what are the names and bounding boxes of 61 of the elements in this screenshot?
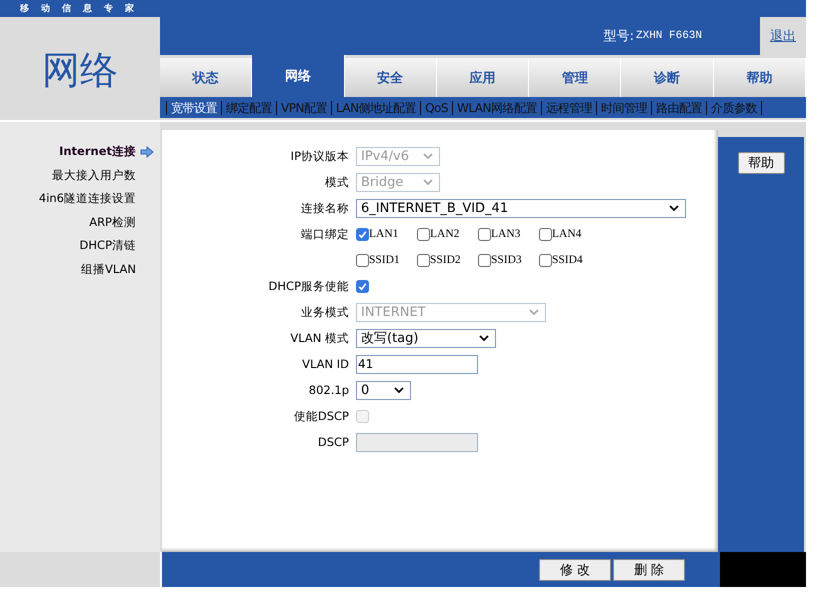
sidebar-item[interactable]: 4in6隧道连接设置 [38, 191, 136, 206]
checkbox[interactable] [539, 254, 552, 266]
field-label: 使能DSCP [294, 408, 349, 422]
field-label: 模式 [325, 174, 349, 188]
field-label: DHCP服务使能 [268, 278, 349, 292]
field-label: 连接名称 [301, 200, 349, 214]
checkbox[interactable] [478, 254, 491, 266]
field-label: VLAN ID [302, 357, 349, 371]
nav-tab[interactable]: 网络 [252, 55, 345, 97]
field-label: VLAN 模式 [290, 330, 349, 344]
checkbox[interactable] [356, 228, 369, 240]
checkbox-label: SSID3 [491, 254, 522, 266]
input-field[interactable]: 41 [356, 354, 478, 374]
dropdown[interactable]: 改写(tag) [356, 328, 496, 348]
sidebar-item[interactable]: ARP检测 [89, 214, 136, 230]
chevron-down-icon [423, 179, 433, 185]
sidebar-item[interactable]: 组播VLAN [80, 262, 136, 277]
checkbox-label: LAN3 [491, 228, 520, 240]
checkbox-label: SSID2 [430, 254, 461, 266]
nav-tab[interactable]: 安全 [344, 58, 437, 97]
checkbox-label: SSID4 [552, 254, 583, 266]
checkbox[interactable] [478, 228, 491, 240]
chevron-down-icon [423, 153, 433, 159]
checkbox-label: LAN4 [552, 228, 582, 240]
chevron-down-icon [479, 335, 489, 341]
checkbox[interactable] [356, 280, 369, 292]
field-label: DSCP [318, 435, 349, 449]
checkbox-label: SSID1 [369, 254, 400, 266]
subnav-link[interactable]: 宽带设置 [166, 100, 221, 114]
field-label: 业务模式 [301, 304, 349, 318]
arrow-right-icon [140, 146, 154, 158]
logout-link[interactable]: 退出 [770, 27, 796, 45]
model-value: ZXHN F663N [636, 30, 702, 42]
checkbox[interactable] [417, 228, 430, 240]
nav-tab[interactable]: 诊断 [621, 58, 714, 97]
checkbox[interactable] [539, 228, 552, 240]
dropdown[interactable]: 6_INTERNET_B_VID_41 [356, 198, 686, 218]
checkbox-label: LAN2 [430, 228, 460, 240]
chevron-down-icon [669, 205, 679, 211]
help-button[interactable]: 帮助 [738, 152, 784, 174]
nav-tab[interactable]: 状态 [160, 58, 252, 97]
field-label: IP协议版本 [290, 148, 349, 162]
sidebar-item[interactable]: DHCP清链 [80, 238, 136, 254]
sidebar-item[interactable]: Internet连接 [59, 144, 136, 160]
model-label: 型号: [604, 28, 634, 45]
section-title: 网络 [42, 47, 118, 94]
checkbox[interactable] [417, 254, 430, 266]
action-button[interactable]: 修 改 [539, 558, 611, 580]
action-button[interactable]: 删 除 [613, 558, 685, 580]
nav-tab[interactable]: 管理 [529, 58, 622, 97]
nav-tab[interactable]: 帮助 [714, 58, 806, 97]
field-label: 802.1p [308, 383, 349, 397]
field-label: 端口绑定 [301, 226, 349, 240]
chevron-down-icon [394, 387, 404, 393]
sidebar-item[interactable]: 最大接入用户数 [52, 168, 136, 183]
checkbox[interactable] [356, 254, 369, 266]
chevron-down-icon [529, 309, 539, 315]
dropdown[interactable]: 0 [356, 380, 411, 400]
brand-text: 移动信息专家 [20, 2, 146, 15]
nav-tab[interactable]: 应用 [436, 58, 530, 97]
checkbox-label: LAN1 [369, 228, 398, 240]
